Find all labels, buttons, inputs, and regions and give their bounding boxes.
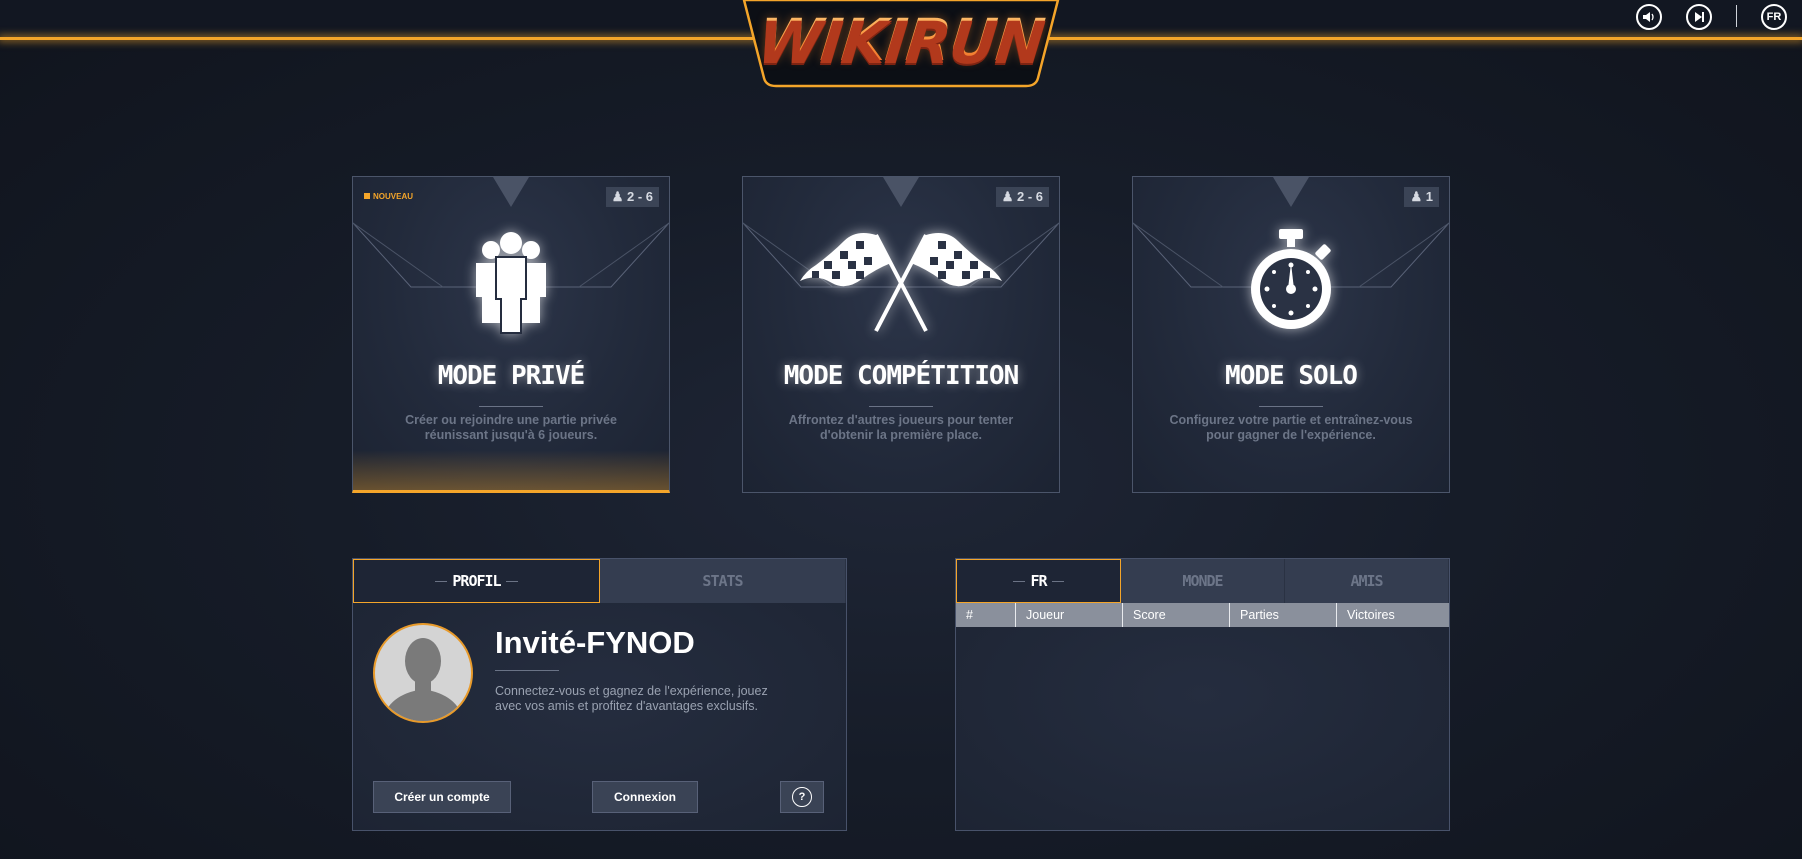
mode-title: MODE SOLO: [1225, 361, 1358, 391]
skip-next-icon: [1695, 12, 1704, 22]
column-games[interactable]: Parties: [1229, 603, 1336, 627]
stopwatch-icon: [1133, 227, 1449, 337]
tab-label: STATS: [702, 572, 743, 590]
players-badge: ♟ 2 - 6: [995, 187, 1049, 207]
help-icon: ?: [792, 787, 812, 807]
tab-label: MONDE: [1182, 572, 1223, 590]
ranking-panel: FR MONDE AMIS # Joueur Score Parties Vic…: [955, 558, 1450, 831]
tab-label: FR: [1030, 572, 1047, 590]
profile-panel: PROFIL STATS Invité-FYNOD Connectez-vous…: [352, 558, 847, 831]
create-account-button[interactable]: Créer un compte: [373, 781, 511, 813]
title-divider: [869, 406, 933, 407]
language-label: FR: [1766, 11, 1782, 23]
mode-description: Configurez votre partie et entraînez-vou…: [1169, 413, 1413, 442]
player-count-icon: ♟: [1410, 189, 1426, 204]
players-count: 1: [1425, 189, 1433, 204]
mode-description: Affrontez d'autres joueurs pour tenter d…: [788, 413, 1014, 442]
avatar: [373, 623, 473, 723]
title-divider: [1259, 406, 1323, 407]
players-count: 2 - 6: [1016, 189, 1043, 204]
tab-monde[interactable]: MONDE: [1121, 559, 1285, 603]
skip-button[interactable]: [1686, 4, 1712, 30]
language-button[interactable]: FR: [1761, 4, 1787, 30]
profile-description: Connectez-vous et gagnez de l'expérience…: [495, 684, 768, 713]
player-count-icon: ♟: [611, 189, 627, 204]
column-rank[interactable]: #: [956, 603, 1015, 627]
new-tag: NOUVEAU: [364, 192, 413, 201]
login-button[interactable]: Connexion: [592, 781, 698, 813]
tab-label: AMIS: [1350, 572, 1383, 590]
players-count: 2 - 6: [626, 189, 653, 204]
tab-profil[interactable]: PROFIL: [353, 559, 600, 603]
mode-title: MODE PRIVÉ: [437, 361, 586, 391]
default-avatar-icon: [383, 638, 463, 721]
mode-card-private[interactable]: NOUVEAU ♟ 2 - 6 MODE PRIVÉ Créer ou rejo…: [352, 176, 670, 493]
players-badge: ♟ 1: [1404, 187, 1439, 207]
tab-label: PROFIL: [452, 572, 501, 590]
tab-stats[interactable]: STATS: [600, 559, 846, 603]
ranking-tabs: FR MONDE AMIS: [956, 559, 1449, 603]
checkered-flags-icon: [743, 227, 1059, 337]
header-divider: [1736, 5, 1737, 27]
players-badge: ♟ 2 - 6: [605, 187, 659, 207]
speaker-icon: [1643, 12, 1654, 22]
mode-description: Créer ou rejoindre une partie privée réu…: [405, 413, 617, 442]
column-score[interactable]: Score: [1122, 603, 1229, 627]
tab-amis[interactable]: AMIS: [1285, 559, 1449, 603]
username-divider: [495, 670, 559, 671]
group-icon: [353, 227, 669, 337]
column-wins[interactable]: Victoires: [1336, 603, 1449, 627]
tab-fr[interactable]: FR: [956, 559, 1121, 603]
help-button[interactable]: ?: [780, 781, 824, 813]
mode-card-solo[interactable]: ♟ 1 MODE SOLO Configurez votre partie et…: [1132, 176, 1450, 493]
column-player[interactable]: Joueur: [1015, 603, 1122, 627]
title-divider: [479, 406, 543, 407]
sound-toggle-button[interactable]: [1636, 4, 1662, 30]
mode-title: MODE COMPÉTITION: [783, 361, 1019, 391]
ranking-table-header: # Joueur Score Parties Victoires: [956, 603, 1449, 627]
wikirun-logo[interactable]: WIKIRUN: [736, 6, 1065, 74]
username: Invité-FYNOD: [495, 625, 695, 660]
mode-card-competition[interactable]: ♟ 2 - 6 MODE COMPÉTITION Affrontez d'aut…: [742, 176, 1060, 493]
player-count-icon: ♟: [1001, 189, 1017, 204]
active-glow: [353, 450, 669, 490]
profile-tabs: PROFIL STATS: [353, 559, 846, 603]
